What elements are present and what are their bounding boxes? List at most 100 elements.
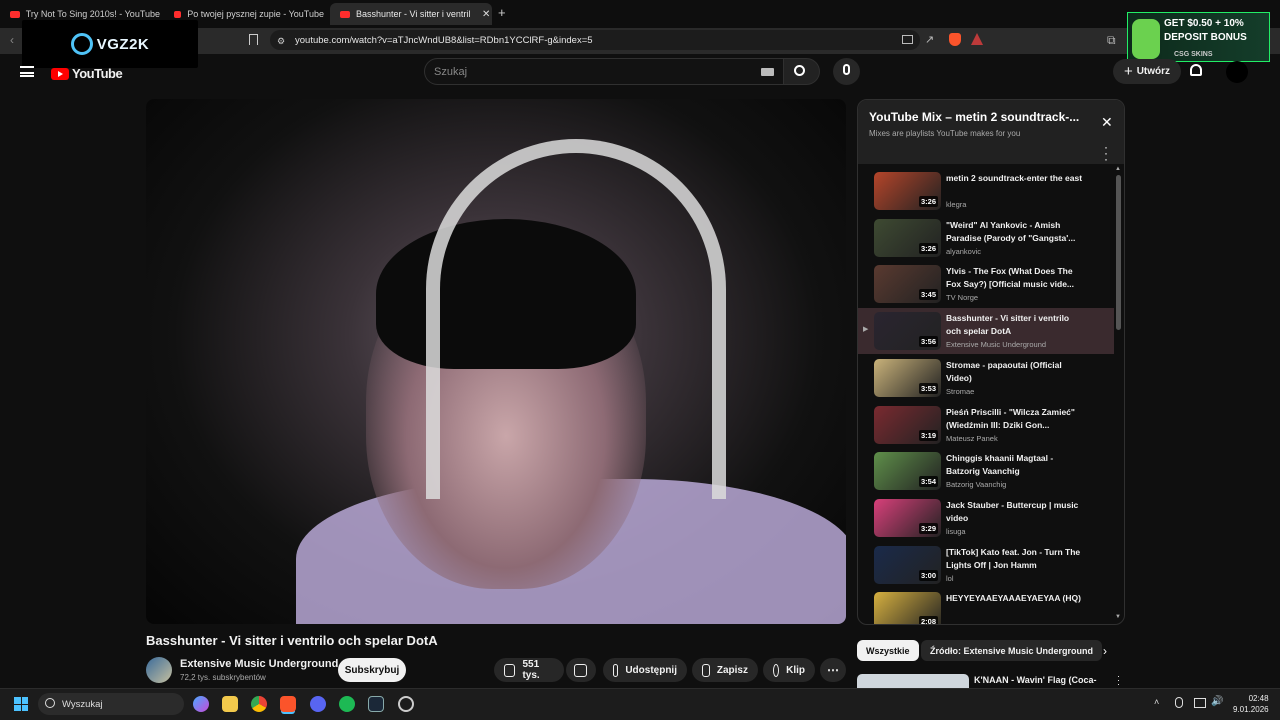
youtube-favicon-icon	[10, 10, 20, 18]
clip-button[interactable]: Klip	[763, 658, 815, 682]
chrome-icon[interactable]	[251, 696, 267, 712]
save-button[interactable]: Zapisz	[692, 658, 758, 682]
app-icon[interactable]	[398, 696, 414, 712]
playlist-item-title: Pieśń Priscilli - "Wilcza Zamieć" (Wiedź…	[946, 406, 1075, 430]
playlist-item[interactable]: 2:08 HEYYEYAAEYAAAEYAEYAA (HQ)	[858, 588, 1114, 624]
dislike-button[interactable]	[566, 658, 596, 682]
youtube-logo-text: YouTube	[72, 66, 123, 81]
windows-taskbar	[0, 688, 1280, 720]
date: 9.01.2026	[1233, 705, 1269, 714]
chip-all[interactable]: Wszystkie	[857, 640, 919, 661]
scissors-icon	[773, 663, 780, 677]
account-avatar[interactable]	[1226, 61, 1248, 83]
video-player[interactable]	[146, 99, 846, 624]
more-vert-icon[interactable]: · · ·	[1104, 141, 1108, 165]
playlist-item-thumbnail[interactable]: 2:08	[874, 592, 941, 624]
chevron-right-icon[interactable]: ›	[1103, 644, 1107, 658]
playlist-item[interactable]: ▶ 3:56 Basshunter - Vi sitter i ventrilo o…	[858, 308, 1114, 355]
playlist-item[interactable]: 3:54 Chinggis khaanii Magtaal - Batzorig …	[858, 448, 1114, 494]
create-button[interactable]: + Utwórz	[1113, 59, 1181, 84]
playlist-item-thumbnail[interactable]: 3:54	[874, 452, 941, 491]
playlist-item[interactable]: 3:26 "Weird" Al Yankovic - Amish Paradise…	[858, 215, 1114, 261]
playlist-item[interactable]: 3:45 Ylvis - The Fox (What Does The Fox S…	[858, 261, 1114, 307]
brave-browser-icon[interactable]	[280, 696, 296, 712]
playlist-item-thumbnail[interactable]: 3:19	[874, 405, 941, 444]
playlist-item-thumbnail[interactable]: 3:56	[874, 312, 941, 351]
share-button[interactable]: Udostępnij	[603, 658, 687, 682]
duration-badge: 3:56	[918, 336, 938, 348]
playlist-item[interactable]: 3:53 Stromae - papaoutai (Official Video)…	[858, 355, 1114, 401]
taskbar-search[interactable]	[38, 693, 184, 715]
playlist-item-thumbnail[interactable]: 3:26	[874, 218, 941, 257]
more-vert-icon[interactable]: · · ·	[1117, 672, 1120, 689]
close-tab-icon[interactable]: ✕	[482, 9, 490, 20]
voice-search-button[interactable]	[833, 58, 860, 85]
taskbar-clock[interactable]: 02:48 9.01.2026	[1233, 693, 1269, 715]
share-icon[interactable]: ↗	[925, 33, 934, 46]
playlist-item-thumbnail[interactable]: 3:00	[874, 545, 941, 584]
subscribe-button[interactable]: Subskrybuj	[338, 658, 406, 682]
file-explorer-icon[interactable]	[222, 696, 238, 712]
scroll-down-icon[interactable]: ▼	[1115, 614, 1121, 620]
recommendation-thumbnail[interactable]	[857, 674, 969, 688]
create-label: Utwórz	[1136, 66, 1171, 77]
channel-name[interactable]: Extensive Music Underground	[180, 658, 338, 670]
more-actions-button[interactable]: ⋯	[820, 658, 846, 682]
more-dots-icon: ⋯	[827, 663, 839, 677]
search-button[interactable]	[784, 58, 820, 85]
playlist-item-thumbnail[interactable]: 3:26	[874, 172, 941, 210]
channel-avatar[interactable]	[146, 657, 172, 683]
playlist-item[interactable]: 3:26 metin 2 soundtrack-enter the east kle…	[858, 168, 1114, 214]
search-input[interactable]	[424, 58, 784, 85]
browser-tab-active[interactable]: Basshunter - Vi sitter i ventril ✕	[330, 3, 492, 25]
scroll-up-icon[interactable]: ▲	[1115, 166, 1121, 172]
mix-playlist-panel: YouTube Mix – metin 2 soundtrack-... Mix…	[857, 99, 1125, 625]
bookmark-icon[interactable]	[249, 34, 258, 45]
playlist-subtitle: Mixes are playlists YouTube makes for yo…	[869, 129, 1021, 138]
new-tab-button[interactable]: +	[498, 5, 506, 20]
chip-source[interactable]: Źródło: Extensive Music Underground	[921, 640, 1103, 661]
like-button[interactable]: 551 tys.	[494, 658, 564, 682]
playlist-item-title: "Weird" Al Yankovic - Amish Paradise (Pa…	[946, 219, 1076, 243]
cast-icon[interactable]	[902, 35, 913, 44]
site-info-icon[interactable]: ⚙	[277, 36, 285, 47]
playlist-scrollbar[interactable]	[1116, 175, 1121, 330]
time: 02:48	[1248, 694, 1269, 703]
playlist-item[interactable]: 3:29 Jack Stauber - Buttercup | music vid…	[858, 495, 1114, 541]
close-icon[interactable]: ✕	[1101, 114, 1113, 131]
tray-chevron-icon[interactable]: ˄	[1154, 697, 1159, 707]
keyboard-icon[interactable]	[761, 68, 774, 76]
tab-title: Basshunter - Vi sitter i ventril	[356, 9, 471, 19]
windows-start-icon[interactable]	[14, 697, 28, 711]
network-icon[interactable]	[1194, 698, 1206, 708]
spotify-icon[interactable]	[339, 696, 355, 712]
overlay-logo-text: VGZ2K	[96, 35, 150, 53]
hamburger-menu-icon[interactable]	[20, 66, 34, 77]
microphone-icon[interactable]	[1175, 697, 1183, 708]
playlist-item-thumbnail[interactable]: 3:29	[874, 498, 941, 537]
playlist-item-channel: lol	[946, 573, 954, 583]
streamer-logo-overlay: VGZ2K	[22, 20, 198, 68]
playlist-title[interactable]: YouTube Mix – metin 2 soundtrack-...	[869, 110, 1079, 124]
duration-badge: 3:29	[918, 522, 938, 534]
playlist-item-thumbnail[interactable]: 3:45	[874, 265, 941, 304]
volume-icon[interactable]: 🔊	[1211, 696, 1223, 707]
youtube-logo[interactable]: YouTube	[51, 66, 123, 81]
advertisement-banner[interactable]: GET $0.50 + 10% DEPOSIT BONUS CSG SKINS	[1127, 12, 1270, 62]
duration-badge: 3:26	[918, 196, 938, 207]
copilot-icon[interactable]	[193, 696, 209, 712]
logo-ring-icon	[70, 33, 93, 55]
youtube-favicon-icon	[174, 10, 182, 18]
notifications-bell-icon[interactable]	[1190, 64, 1204, 78]
playlist-item[interactable]: 3:19 Pieśń Priscilli - "Wilcza Zamieć" (W…	[858, 402, 1114, 448]
playlist-item-thumbnail[interactable]: 3:53	[874, 358, 941, 397]
back-arrow-icon[interactable]: ‹	[10, 33, 14, 47]
brave-shields-icon[interactable]	[949, 33, 961, 46]
discord-icon[interactable]	[310, 696, 326, 712]
recommendation-title[interactable]: K'NAAN - Wavin' Flag (Coca-	[974, 675, 1096, 685]
extensions-icon[interactable]: ⧉	[1107, 33, 1116, 48]
ad-line-2: DEPOSIT BONUS	[1164, 32, 1247, 43]
playlist-item[interactable]: 3:00 [TikTok] Kato feat. Jon - Turn The L…	[858, 542, 1114, 588]
steam-icon[interactable]	[368, 696, 384, 712]
mascot-icon	[1132, 19, 1160, 59]
